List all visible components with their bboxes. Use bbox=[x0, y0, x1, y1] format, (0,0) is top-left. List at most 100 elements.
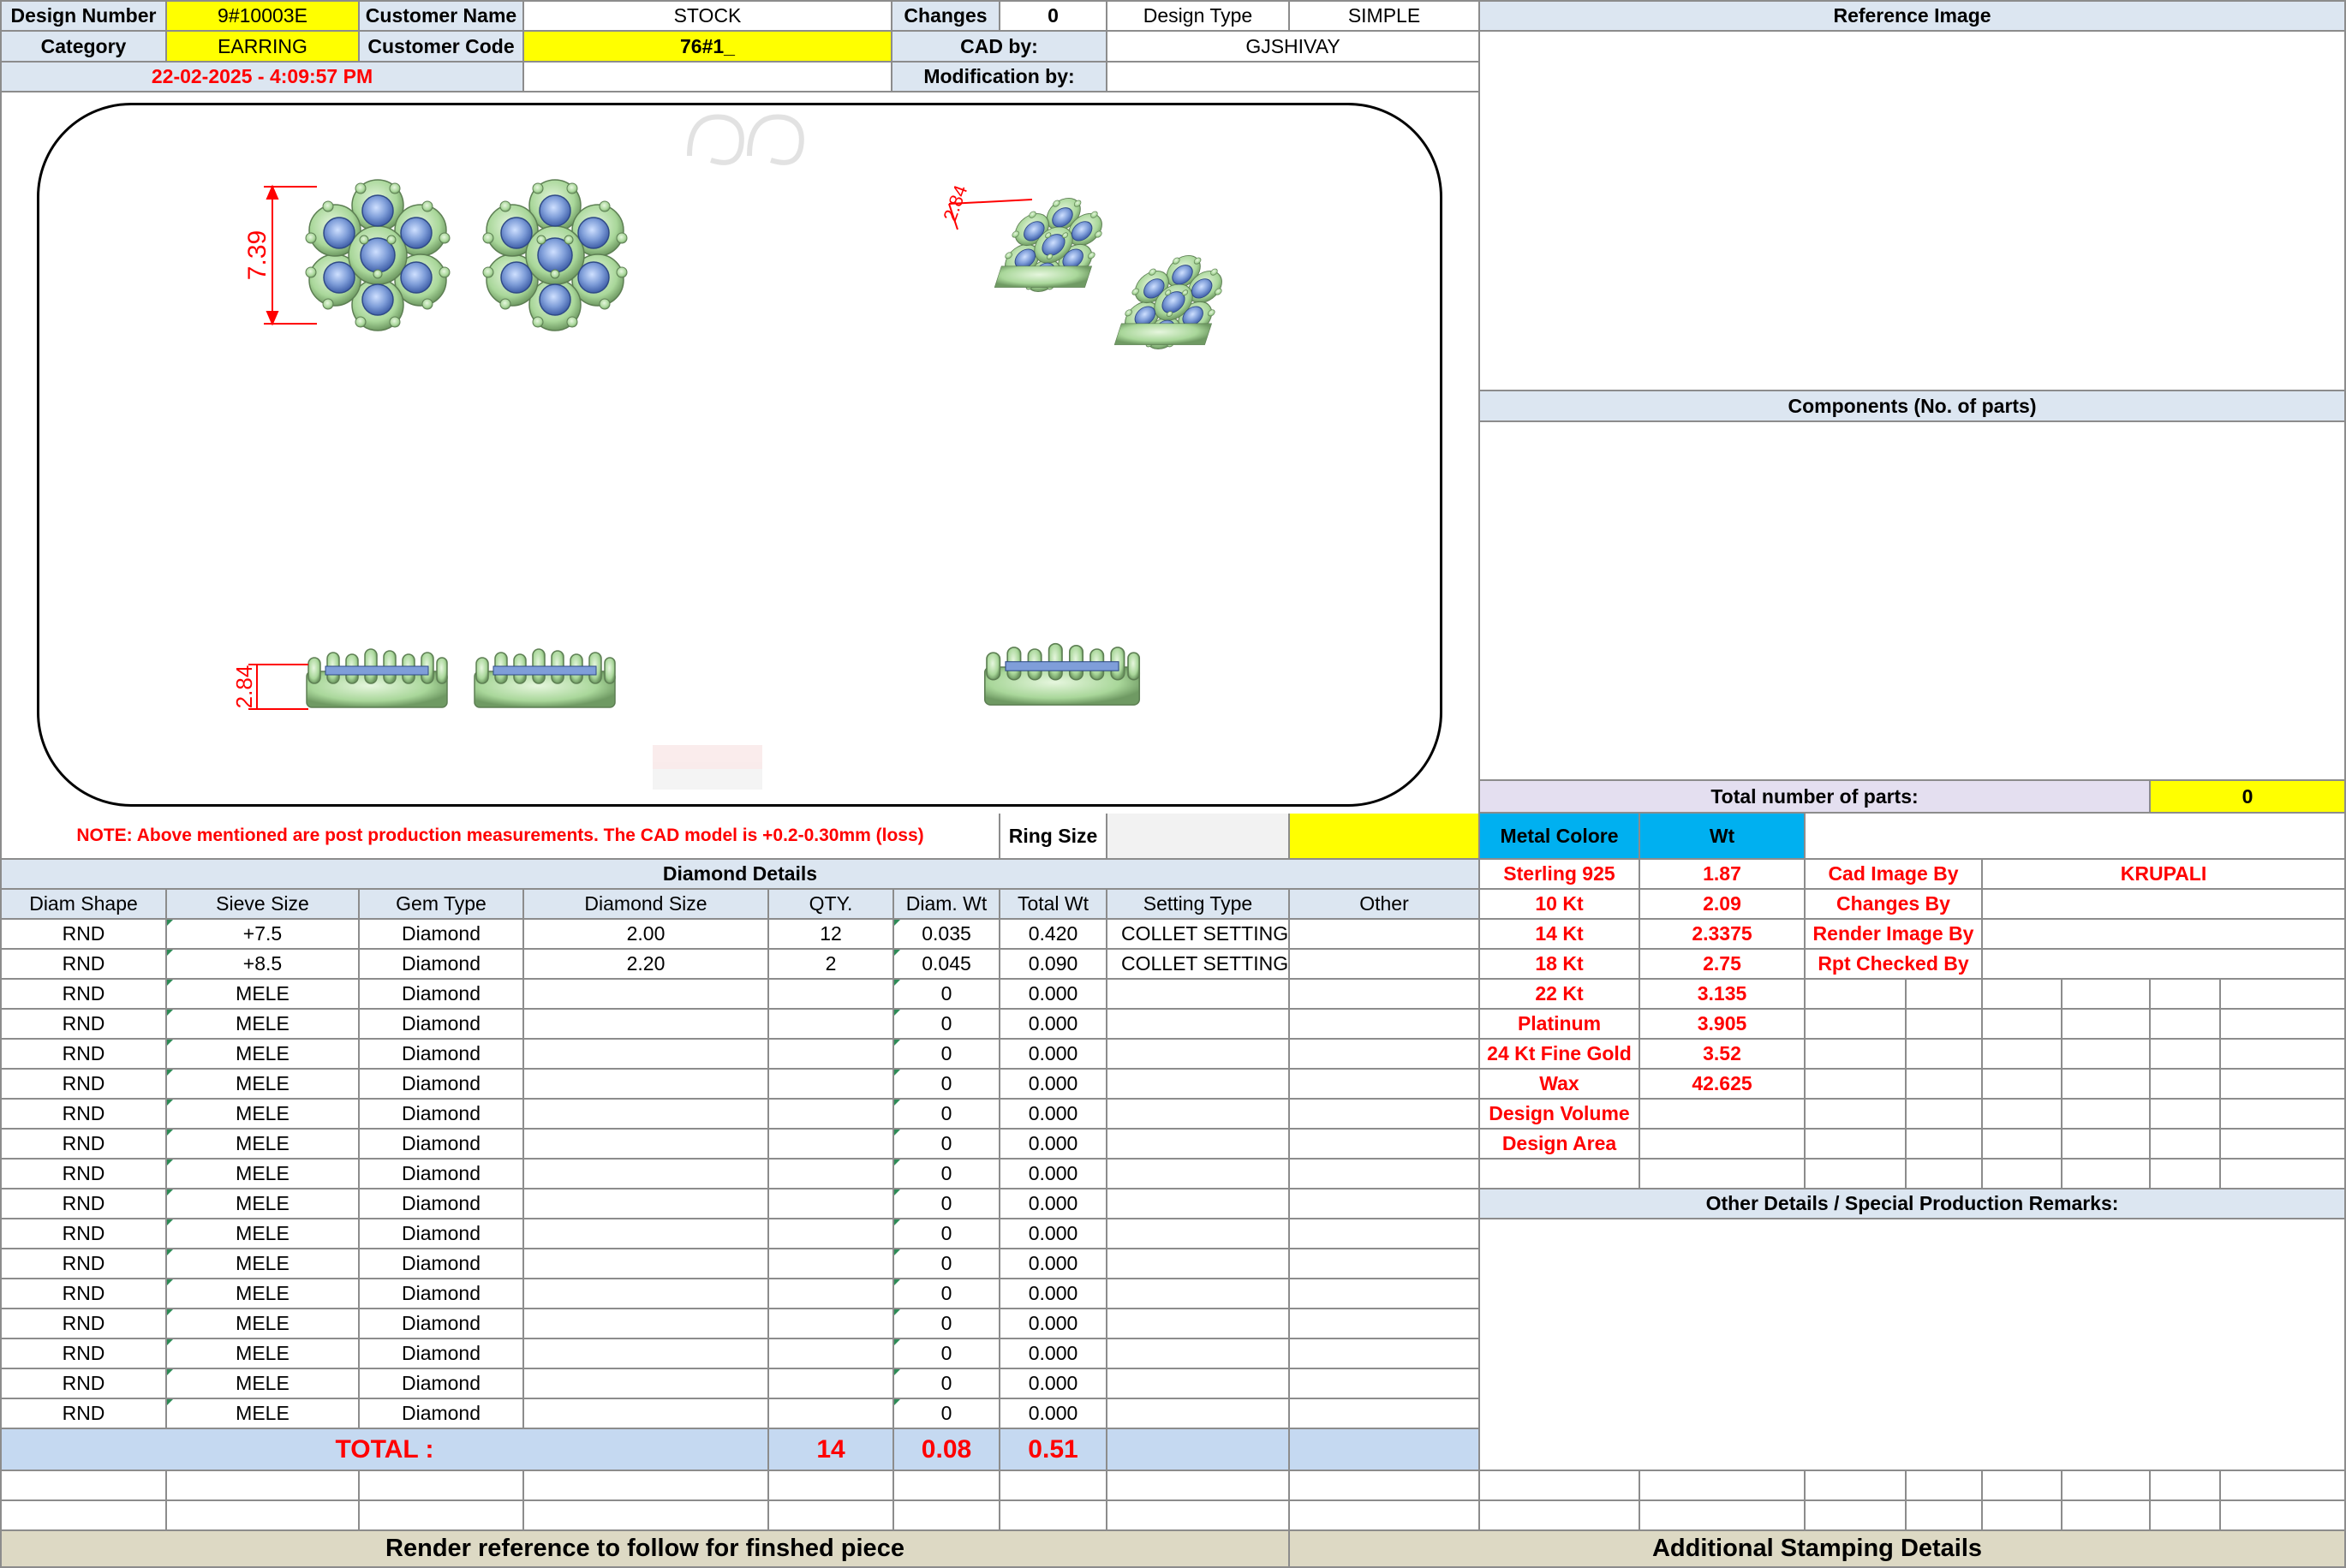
diamond-diam-shape-cell[interactable]: RND bbox=[0, 1369, 167, 1399]
diamond-other-cell[interactable] bbox=[1290, 920, 1480, 950]
diamond-total-wt-cell[interactable]: 0.000 bbox=[1000, 1010, 1107, 1040]
credits-grid-cell[interactable] bbox=[2221, 1130, 2346, 1160]
credits-grid-cell[interactable] bbox=[2221, 1160, 2346, 1189]
credits-grid-cell[interactable] bbox=[1907, 1070, 1983, 1100]
diamond-setting-type-cell[interactable] bbox=[1107, 1339, 1290, 1369]
credits-grid-cell[interactable] bbox=[2151, 1160, 2221, 1189]
diamond-setting-type-cell[interactable] bbox=[1107, 1130, 1290, 1160]
blank-grid-cell[interactable] bbox=[2221, 1471, 2346, 1501]
credits-grid-cell[interactable] bbox=[1983, 1100, 2062, 1130]
total-parts-value[interactable]: 0 bbox=[2151, 781, 2346, 814]
diamond-setting-type-cell[interactable] bbox=[1107, 1369, 1290, 1399]
render-image-by-value[interactable] bbox=[1983, 920, 2346, 950]
diamond-qty-cell[interactable] bbox=[769, 1070, 894, 1100]
diamond-total-wt-cell[interactable]: 0.000 bbox=[1000, 1249, 1107, 1279]
diamond-diam-wt-cell[interactable]: 0 bbox=[894, 1160, 1000, 1189]
diamond-diam-shape-cell[interactable]: RND bbox=[0, 1219, 167, 1249]
diamond-total-wt-cell[interactable]: 0.000 bbox=[1000, 1219, 1107, 1249]
cad-image-by-value[interactable]: KRUPALI bbox=[1983, 860, 2346, 890]
diamond-sieve-size-cell[interactable]: MELE bbox=[167, 1160, 360, 1189]
diamond-total-wt-cell[interactable]: 0.000 bbox=[1000, 1399, 1107, 1429]
diamond-other-cell[interactable] bbox=[1290, 1249, 1480, 1279]
diamond-diam-wt-cell[interactable]: 0 bbox=[894, 1369, 1000, 1399]
credits-grid-cell[interactable] bbox=[1983, 980, 2062, 1010]
diamond-diamond-size-cell[interactable] bbox=[524, 1070, 769, 1100]
diamond-setting-type-cell[interactable] bbox=[1107, 1309, 1290, 1339]
credits-grid-cell[interactable] bbox=[1806, 1010, 1907, 1040]
credits-grid-cell[interactable] bbox=[1983, 1160, 2062, 1189]
metal-wt-cell[interactable]: 3.905 bbox=[1640, 1010, 1806, 1040]
diamond-gem-type-cell[interactable]: Diamond bbox=[360, 1040, 524, 1070]
ring-size-value[interactable] bbox=[1107, 814, 1290, 860]
diamond-sieve-size-cell[interactable]: MELE bbox=[167, 1309, 360, 1339]
diamond-qty-cell[interactable] bbox=[769, 1279, 894, 1309]
diamond-other-cell[interactable] bbox=[1290, 1219, 1480, 1249]
blank-grid-cell[interactable] bbox=[2151, 1471, 2221, 1501]
diamond-setting-type-cell[interactable]: COLLET SETTING bbox=[1107, 950, 1290, 980]
diamond-gem-type-cell[interactable]: Diamond bbox=[360, 1219, 524, 1249]
diamond-other-cell[interactable] bbox=[1290, 1040, 1480, 1070]
credits-grid-cell[interactable] bbox=[2062, 1070, 2151, 1100]
diamond-setting-type-cell[interactable] bbox=[1107, 1189, 1290, 1219]
diamond-setting-type-cell[interactable] bbox=[1107, 1040, 1290, 1070]
diamond-sieve-size-cell[interactable]: MELE bbox=[167, 1070, 360, 1100]
diamond-other-cell[interactable] bbox=[1290, 950, 1480, 980]
diamond-setting-type-cell[interactable] bbox=[1107, 1160, 1290, 1189]
diamond-total-wt-cell[interactable]: 0.000 bbox=[1000, 1279, 1107, 1309]
credits-grid-cell[interactable] bbox=[2062, 1100, 2151, 1130]
diamond-total-wt-cell[interactable]: 0.000 bbox=[1000, 1040, 1107, 1070]
diamond-diam-wt-cell[interactable]: 0 bbox=[894, 1309, 1000, 1339]
blank-grid-cell[interactable] bbox=[1480, 1471, 1640, 1501]
diamond-diam-shape-cell[interactable]: RND bbox=[0, 1279, 167, 1309]
credits-grid-cell[interactable] bbox=[1983, 1040, 2062, 1070]
blank-grid-cell[interactable] bbox=[1290, 1501, 1480, 1531]
diamond-setting-type-cell[interactable] bbox=[1107, 1399, 1290, 1429]
customer-code-value[interactable]: 76#1_ bbox=[524, 32, 892, 63]
diamond-diamond-size-cell[interactable] bbox=[524, 1100, 769, 1130]
credits-grid-cell[interactable] bbox=[2062, 1130, 2151, 1160]
diamond-other-cell[interactable] bbox=[1290, 980, 1480, 1010]
diamond-qty-cell[interactable] bbox=[769, 1010, 894, 1040]
diamond-gem-type-cell[interactable]: Diamond bbox=[360, 1070, 524, 1100]
diamond-other-cell[interactable] bbox=[1290, 1339, 1480, 1369]
modification-by-value[interactable] bbox=[1107, 63, 1480, 92]
diamond-qty-cell[interactable] bbox=[769, 1219, 894, 1249]
diamond-diam-wt-cell[interactable]: 0 bbox=[894, 1070, 1000, 1100]
diamond-sieve-size-cell[interactable]: MELE bbox=[167, 1339, 360, 1369]
diamond-sieve-size-cell[interactable]: MELE bbox=[167, 1399, 360, 1429]
metal-wt-cell[interactable]: 2.3375 bbox=[1640, 920, 1806, 950]
credits-grid-cell[interactable] bbox=[2151, 1070, 2221, 1100]
diamond-qty-cell[interactable] bbox=[769, 1339, 894, 1369]
diamond-total-wt-cell[interactable]: 0.000 bbox=[1000, 1130, 1107, 1160]
credits-grid-cell[interactable] bbox=[1806, 1070, 1907, 1100]
credits-grid-cell[interactable] bbox=[1983, 1130, 2062, 1160]
credits-grid-cell[interactable] bbox=[2221, 1100, 2346, 1130]
credits-grid-cell[interactable] bbox=[1907, 1040, 1983, 1070]
credits-grid-cell[interactable] bbox=[2062, 1040, 2151, 1070]
credits-grid-cell[interactable] bbox=[1907, 1100, 1983, 1130]
reference-image-area[interactable] bbox=[1480, 32, 2346, 391]
diamond-diam-wt-cell[interactable]: 0 bbox=[894, 1100, 1000, 1130]
blank-grid-cell[interactable] bbox=[2062, 1471, 2151, 1501]
blank-grid-cell[interactable] bbox=[2151, 1501, 2221, 1531]
diamond-gem-type-cell[interactable]: Diamond bbox=[360, 1339, 524, 1369]
blank-grid-cell[interactable] bbox=[1640, 1471, 1806, 1501]
blank-grid-cell[interactable] bbox=[1983, 1501, 2062, 1531]
blank-grid-cell[interactable] bbox=[524, 1501, 769, 1531]
diamond-qty-cell[interactable] bbox=[769, 1369, 894, 1399]
diamond-diam-shape-cell[interactable]: RND bbox=[0, 1399, 167, 1429]
diamond-diam-wt-cell[interactable]: 0 bbox=[894, 1189, 1000, 1219]
blank-grid-cell[interactable] bbox=[1000, 1501, 1107, 1531]
diamond-other-cell[interactable] bbox=[1290, 1279, 1480, 1309]
blank-grid-cell[interactable] bbox=[360, 1471, 524, 1501]
diamond-diam-shape-cell[interactable]: RND bbox=[0, 1010, 167, 1040]
blank-grid-cell[interactable] bbox=[894, 1471, 1000, 1501]
diamond-diam-shape-cell[interactable]: RND bbox=[0, 1309, 167, 1339]
diamond-gem-type-cell[interactable]: Diamond bbox=[360, 980, 524, 1010]
diamond-diam-wt-cell[interactable]: 0 bbox=[894, 1279, 1000, 1309]
diamond-total-wt-cell[interactable]: 0.420 bbox=[1000, 920, 1107, 950]
credits-grid-cell[interactable] bbox=[1806, 1160, 1907, 1189]
components-area[interactable] bbox=[1480, 422, 2346, 781]
diamond-total-wt-cell[interactable]: 0.000 bbox=[1000, 1189, 1107, 1219]
blank-grid-cell[interactable] bbox=[0, 1471, 167, 1501]
